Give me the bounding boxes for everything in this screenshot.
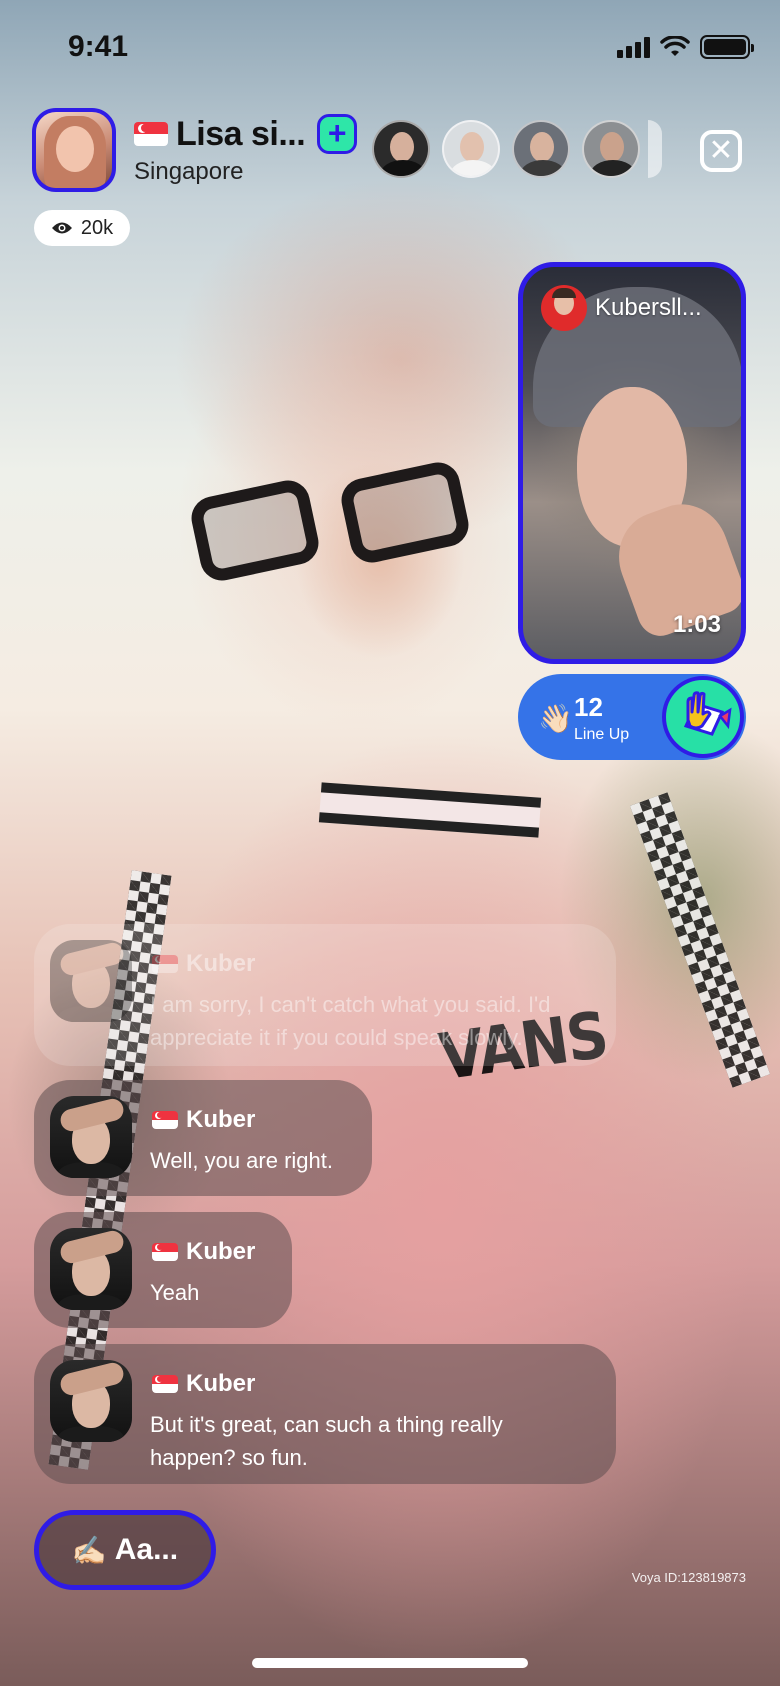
viewer-avatar[interactable] (582, 120, 640, 178)
user-id-label: Voya ID:123819873 (631, 1570, 746, 1585)
chat-text: I am sorry, I can't catch what you said.… (150, 992, 551, 1050)
line-up-button[interactable]: 👋🏻 12 Line Up (518, 674, 746, 760)
guest-video-window[interactable]: Kubersll... 1:03 (518, 262, 746, 664)
chat-message[interactable]: Kuber But it's great, can such a thing r… (34, 1344, 616, 1484)
wifi-icon (660, 36, 690, 56)
plus-icon: + (327, 114, 347, 151)
chat-avatar[interactable] (50, 1228, 132, 1310)
background-pattern (629, 792, 771, 1088)
compose-placeholder: Aa... (114, 1533, 179, 1566)
singapore-flag-icon (134, 122, 168, 146)
raise-hand-button[interactable] (662, 676, 744, 758)
guest-call-timer: 1:03 (672, 611, 721, 638)
waving-hand-icon: 👋🏻 (538, 703, 573, 734)
singapore-flag-icon (152, 1111, 178, 1129)
chat-sender-name: Kuber (186, 1370, 256, 1397)
singapore-flag-icon (152, 1375, 178, 1393)
status-icons (617, 34, 754, 60)
battery-icon (700, 35, 754, 59)
guest-avatar[interactable] (541, 285, 587, 331)
background-glasses (187, 458, 495, 585)
raise-hand-camera-icon (683, 691, 732, 736)
compose-message-button[interactable]: ✍🏻 Aa... (34, 1510, 216, 1590)
chat-text: Yeah (150, 1280, 200, 1305)
chat-message[interactable]: Kuber Yeah (34, 1212, 292, 1328)
status-bar: 9:41 (0, 0, 780, 100)
host-name-row: Lisa si... + (134, 112, 358, 156)
viewer-avatar[interactable] (512, 120, 570, 178)
host-avatar[interactable] (32, 108, 116, 192)
viewer-list-overflow (648, 120, 662, 178)
home-indicator[interactable] (252, 1658, 528, 1668)
cellular-signal-icon (617, 36, 650, 58)
singapore-flag-icon (152, 1243, 178, 1261)
chat-avatar[interactable] (50, 1360, 132, 1442)
line-up-label: Line Up (574, 726, 630, 743)
chat-sender-name: Kuber (186, 1106, 256, 1133)
chat-avatar[interactable] (50, 940, 132, 1022)
status-time: 9:41 (68, 30, 129, 63)
chat-sender-name: Kuber (186, 1238, 256, 1265)
host-location: Singapore (134, 158, 244, 185)
chat-text: But it's great, can such a thing really … (150, 1412, 503, 1470)
writing-hand-icon: ✍🏻 (71, 1534, 107, 1566)
follow-button[interactable]: + (317, 114, 358, 154)
viewer-count: 20k (80, 216, 114, 239)
viewer-avatar-list[interactable] (372, 120, 662, 178)
chat-avatar[interactable] (50, 1096, 132, 1178)
viewer-count-badge: 20k (34, 210, 130, 246)
singapore-flag-icon (152, 955, 178, 973)
viewer-avatar[interactable] (372, 120, 430, 178)
background-shirt-collar (318, 782, 542, 838)
eye-icon (51, 222, 72, 234)
line-up-count: 12 (574, 692, 603, 722)
close-icon: ✕ (708, 134, 734, 167)
close-button[interactable]: ✕ (700, 130, 742, 172)
chat-message[interactable]: Kuber I am sorry, I can't catch what you… (34, 924, 616, 1066)
host-name[interactable]: Lisa si... (176, 115, 306, 154)
chat-message[interactable]: Kuber Well, you are right. (34, 1080, 372, 1196)
chat-text: Well, you are right. (150, 1148, 334, 1173)
chat-sender-name: Kuber (186, 950, 256, 977)
viewer-avatar[interactable] (442, 120, 500, 178)
live-stream-screen: VANS 9:41 Lisa si... + Singapore ✕ 20k K… (0, 0, 780, 1686)
guest-name: Kubersll... (595, 294, 702, 321)
guest-header: Kubersll... (541, 285, 741, 331)
